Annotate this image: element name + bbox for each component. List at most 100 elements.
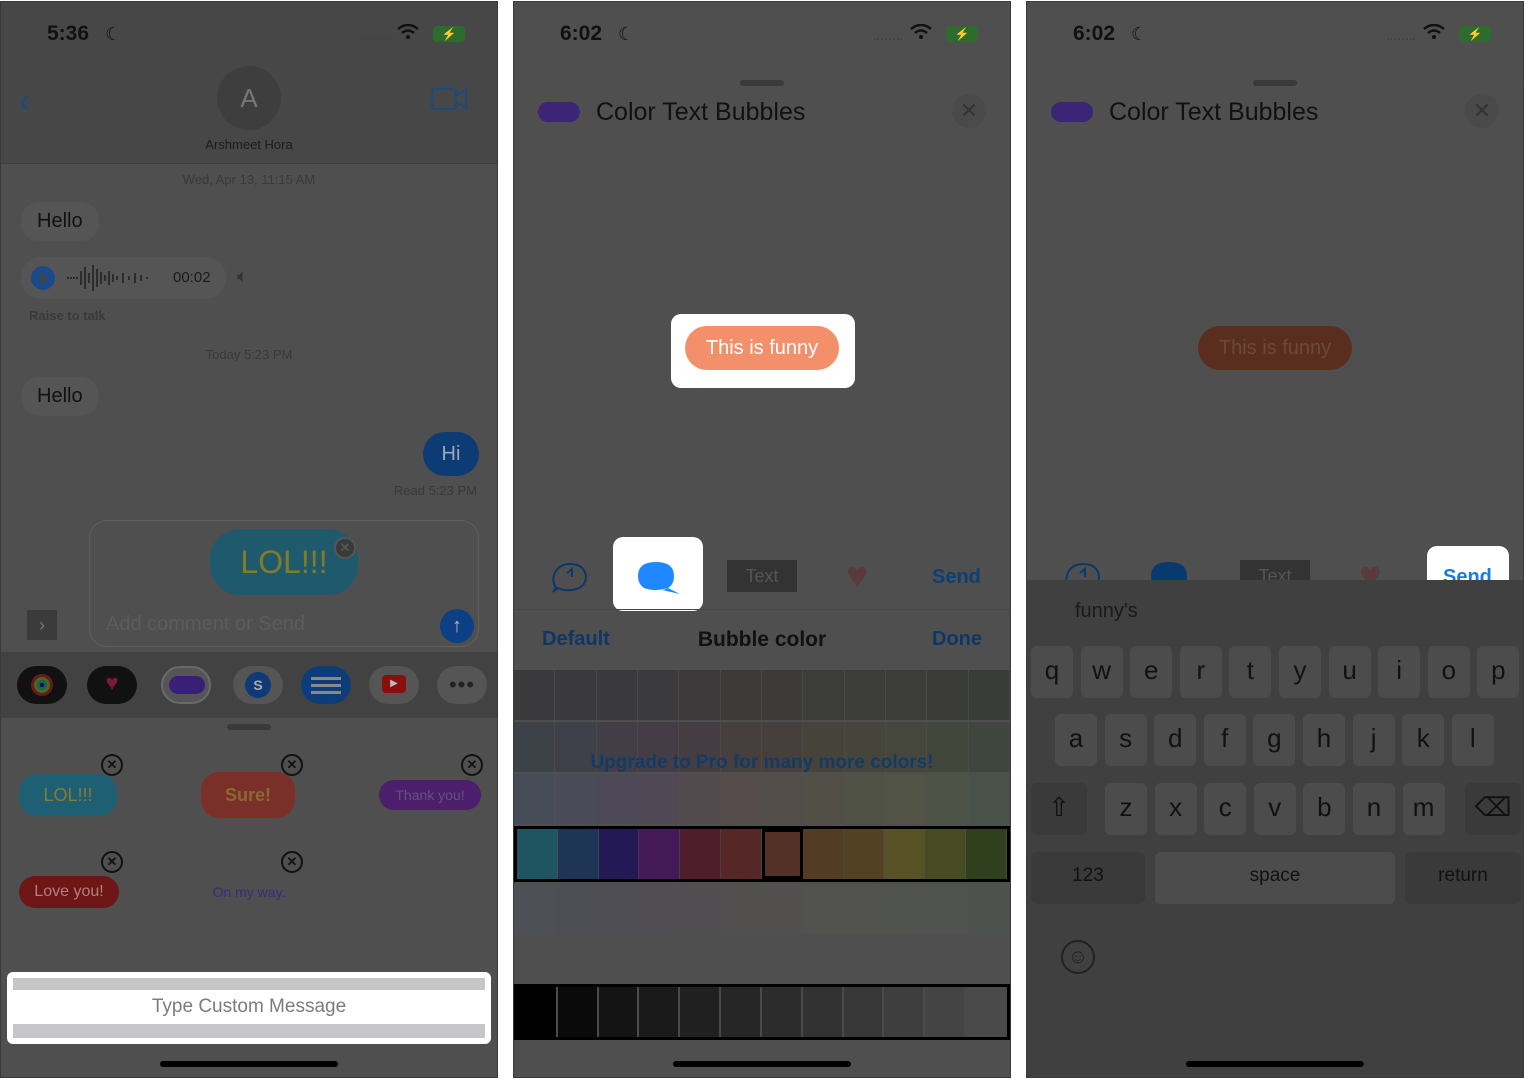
sticker-item[interactable]: Love you!	[19, 876, 119, 908]
color-swatch[interactable]	[925, 829, 967, 879]
youtube-app-icon[interactable]: ▶	[369, 666, 419, 704]
fitness-app-icon[interactable]	[17, 666, 67, 704]
sticker-item[interactable]: On my way.	[201, 878, 297, 906]
list-app-icon[interactable]	[301, 666, 351, 704]
color-swatch[interactable]	[885, 934, 928, 984]
key-q[interactable]: q	[1031, 646, 1073, 698]
sticker-item[interactable]: LOL!!!	[19, 774, 117, 816]
emoji-icon[interactable]: ☺	[1061, 940, 1095, 974]
key-k[interactable]: k	[1402, 714, 1445, 766]
color-swatch[interactable]	[720, 774, 762, 824]
color-swatch[interactable]	[680, 829, 722, 879]
send-button[interactable]: Send	[932, 566, 981, 589]
color-swatch[interactable]	[885, 774, 928, 824]
heart-app-icon[interactable]: ♥	[87, 666, 137, 704]
color-swatch[interactable]	[596, 670, 638, 720]
color-swatch[interactable]	[639, 829, 681, 879]
sticker-item[interactable]: Thank you!	[379, 780, 481, 810]
key-s[interactable]: s	[1104, 714, 1147, 766]
color-swatch[interactable]	[637, 774, 680, 824]
sheet-grabber[interactable]	[1253, 80, 1297, 86]
compose-placeholder[interactable]: Add comment or Send	[106, 613, 305, 636]
color-swatch[interactable]	[927, 934, 969, 984]
color-swatch[interactable]	[680, 987, 722, 1037]
color-swatch[interactable]	[884, 829, 926, 879]
key-j[interactable]: j	[1352, 714, 1395, 766]
color-swatch[interactable]	[679, 774, 721, 824]
color-swatch[interactable]	[679, 934, 721, 984]
autocomplete-suggestion[interactable]: funny's	[1075, 600, 1138, 623]
color-swatch[interactable]	[968, 670, 1010, 720]
color-text-bubbles-app-icon[interactable]	[161, 666, 211, 704]
remove-sticker-button[interactable]: ✕	[281, 754, 303, 776]
color-swatch[interactable]	[803, 774, 845, 824]
color-swatch[interactable]	[596, 774, 638, 824]
color-swatch[interactable]	[927, 774, 969, 824]
return-key[interactable]: return	[1405, 852, 1521, 904]
color-swatch[interactable]	[925, 987, 967, 1037]
color-swatch[interactable]	[721, 987, 762, 1037]
text-color-button[interactable]: Text	[727, 560, 797, 592]
incoming-message[interactable]: Hello	[21, 202, 99, 241]
color-swatch[interactable]	[720, 884, 762, 934]
incoming-message[interactable]: Hello	[21, 377, 99, 416]
remove-sticker-button[interactable]: ✕	[461, 754, 483, 776]
key-r[interactable]: r	[1179, 646, 1222, 698]
send-button[interactable]: ↑	[440, 609, 474, 643]
color-swatch[interactable]	[679, 670, 721, 720]
color-swatch[interactable]	[844, 670, 886, 720]
color-swatch[interactable]	[885, 884, 928, 934]
contact-name[interactable]: Arshmeet Hora	[1, 137, 497, 152]
color-swatch[interactable]	[803, 670, 845, 720]
compose-field[interactable]: LOL!!! ✕ Add comment or Send ↑	[89, 520, 479, 647]
color-swatch[interactable]	[598, 987, 640, 1037]
key-d[interactable]: d	[1154, 714, 1197, 766]
key-v[interactable]: v	[1253, 783, 1296, 835]
color-swatch[interactable]	[517, 987, 558, 1037]
key-n[interactable]: n	[1353, 783, 1395, 835]
back-button[interactable]: ‹	[19, 82, 30, 119]
sticker-item[interactable]: Sure!	[201, 772, 295, 818]
key-e[interactable]: e	[1130, 646, 1173, 698]
custom-message-input[interactable]: Type Custom Message	[13, 990, 485, 1024]
avatar[interactable]: A	[217, 66, 281, 130]
color-swatch[interactable]	[968, 934, 1010, 984]
key-z[interactable]: z	[1105, 783, 1147, 835]
color-swatch[interactable]	[637, 884, 680, 934]
key-t[interactable]: t	[1229, 646, 1272, 698]
color-swatch[interactable]	[803, 884, 845, 934]
bubble-text-input[interactable]: This is funny	[1198, 326, 1352, 370]
color-swatch[interactable]	[802, 987, 844, 1037]
color-swatch[interactable]	[843, 987, 885, 1037]
color-swatch[interactable]	[761, 670, 804, 720]
numbers-key[interactable]: 123	[1031, 852, 1145, 904]
color-swatch[interactable]	[555, 774, 597, 824]
color-swatch[interactable]	[596, 884, 638, 934]
upgrade-pro-link[interactable]: Upgrade to Pro for many more colors!	[514, 752, 1010, 774]
color-swatch[interactable]	[761, 987, 803, 1037]
close-button[interactable]: ✕	[952, 94, 986, 128]
key-u[interactable]: u	[1328, 646, 1371, 698]
color-swatch[interactable]	[555, 670, 597, 720]
color-swatch[interactable]	[843, 829, 885, 879]
color-swatch[interactable]	[596, 934, 638, 984]
outgoing-message[interactable]: Hi	[423, 432, 479, 476]
color-swatch[interactable]	[555, 934, 597, 984]
color-swatch[interactable]	[721, 829, 762, 879]
audio-message[interactable]: 00:02	[21, 257, 226, 299]
color-swatch[interactable]	[844, 774, 886, 824]
remove-sticker-button[interactable]: ✕	[334, 537, 356, 559]
key-i[interactable]: i	[1378, 646, 1421, 698]
color-swatch[interactable]	[844, 934, 886, 984]
color-swatch[interactable]	[557, 987, 599, 1037]
color-swatch[interactable]	[844, 884, 886, 934]
color-swatch[interactable]	[514, 670, 556, 720]
key-h[interactable]: h	[1303, 714, 1345, 766]
color-swatch[interactable]	[679, 884, 721, 934]
video-call-icon[interactable]	[431, 88, 467, 110]
color-swatch[interactable]	[927, 884, 969, 934]
color-swatch[interactable]	[514, 884, 556, 934]
color-swatch[interactable]	[761, 934, 804, 984]
color-swatch[interactable]	[720, 934, 762, 984]
key-c[interactable]: c	[1204, 783, 1247, 835]
